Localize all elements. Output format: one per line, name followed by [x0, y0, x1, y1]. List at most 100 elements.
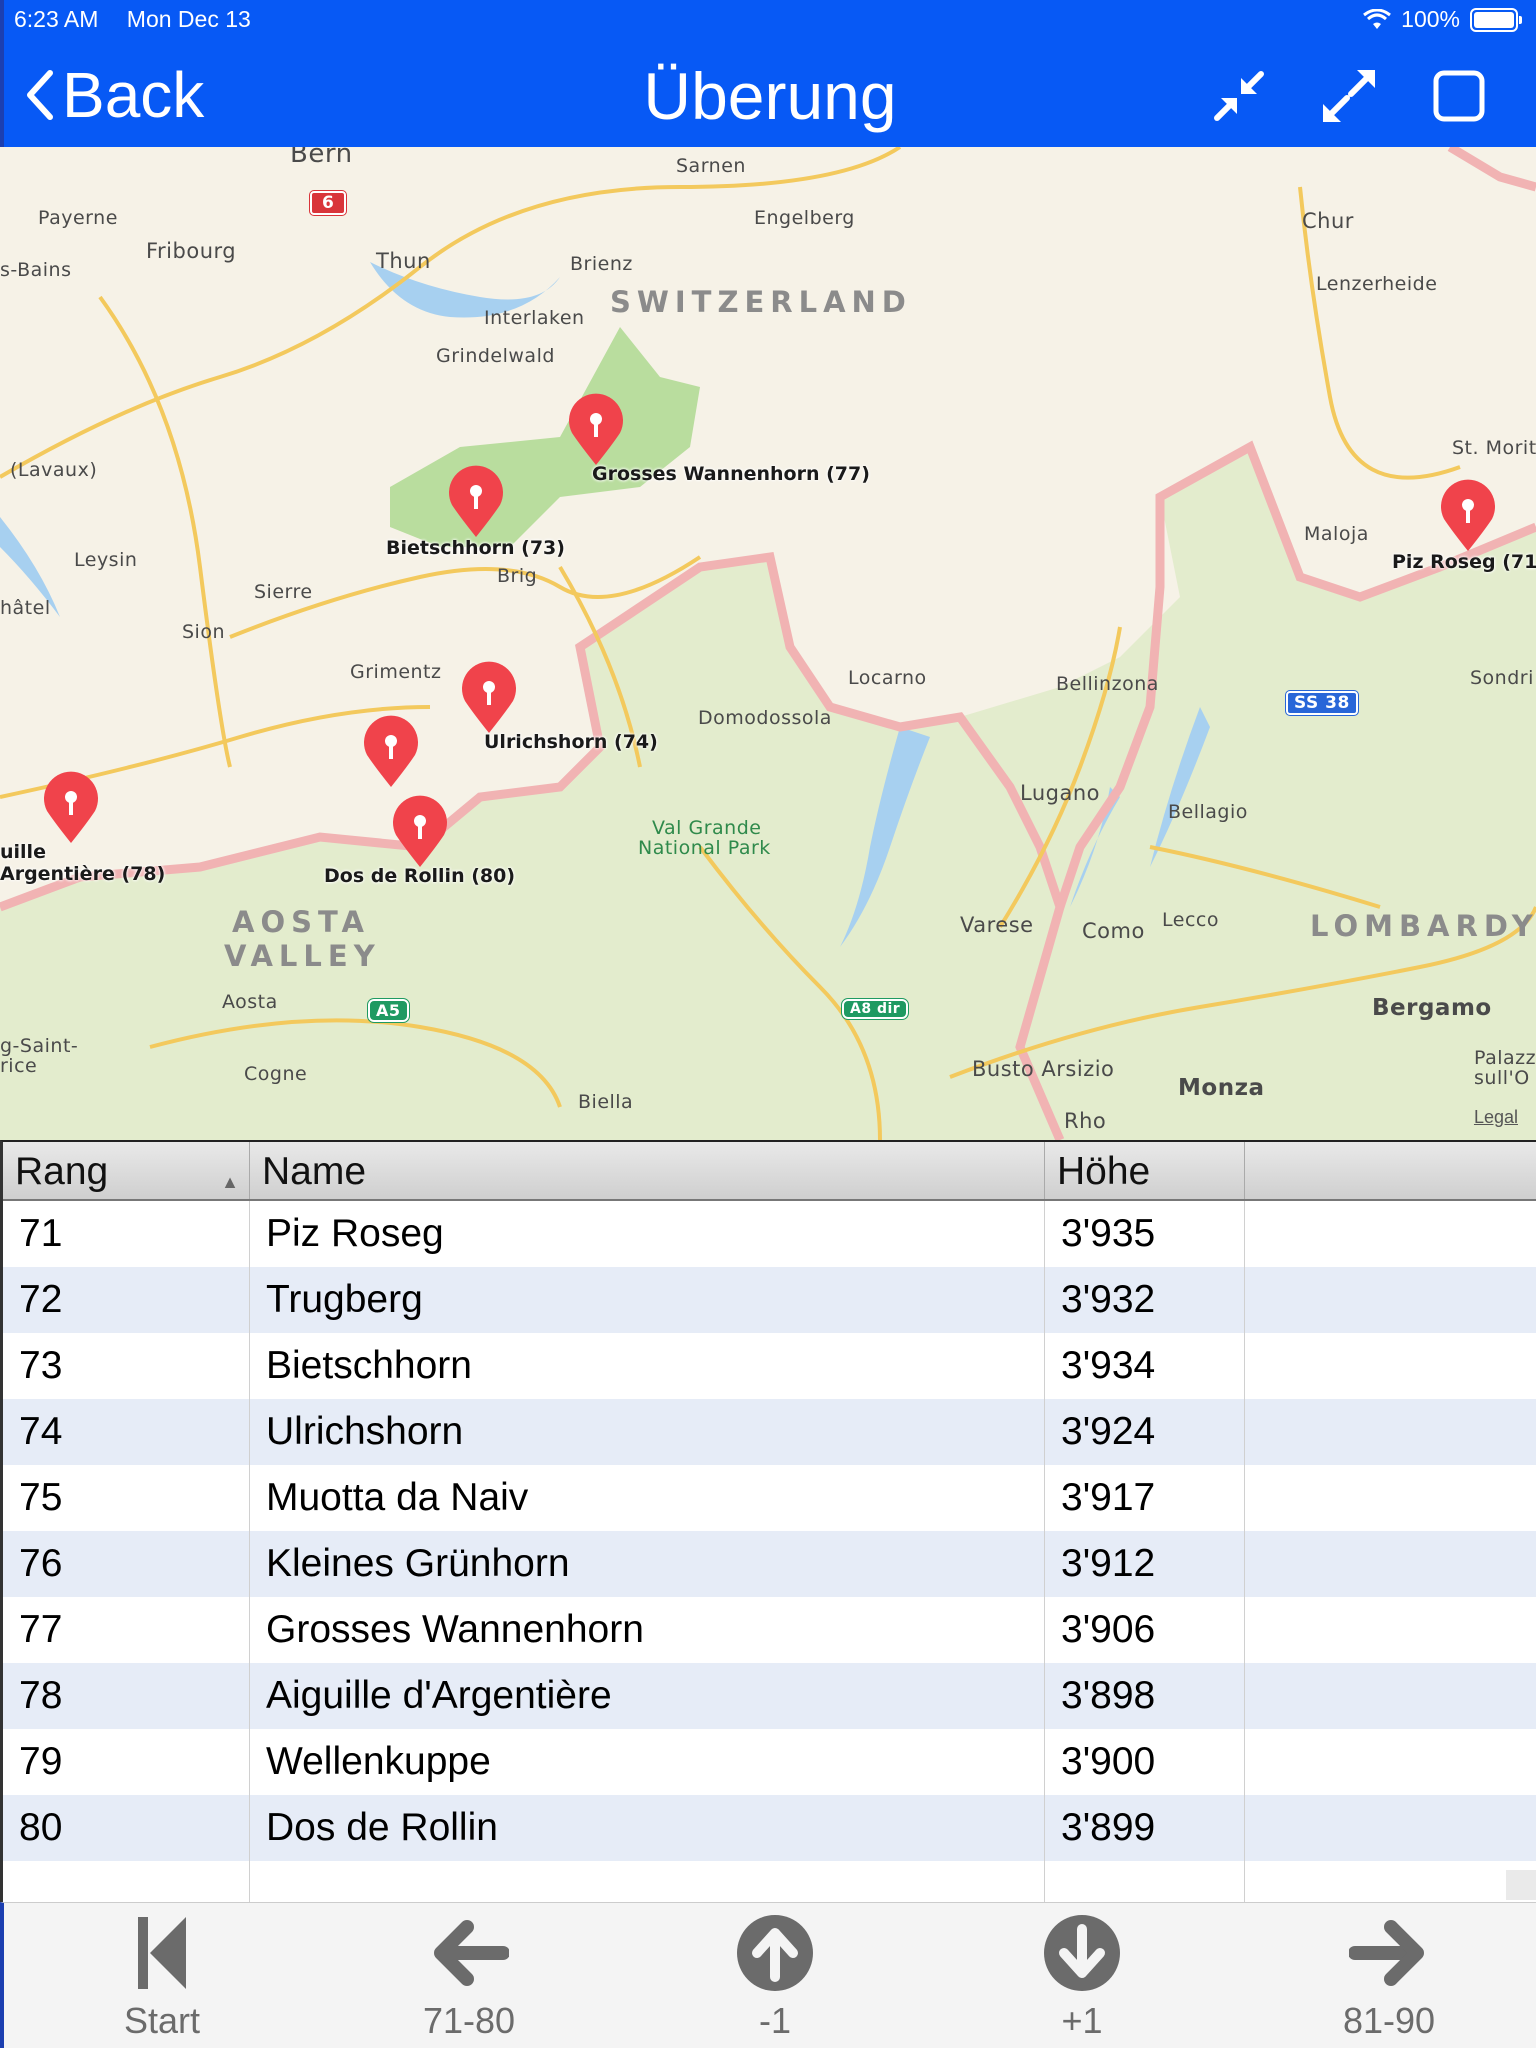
- place-label: Brig: [497, 565, 538, 587]
- map-view[interactable]: Bern Sarnen Engelberg Chur Payerne Fribo…: [0, 147, 1536, 1140]
- collapse-button[interactable]: [1209, 66, 1269, 126]
- road-shield: SS 38: [1285, 690, 1359, 716]
- place-label: Maloja: [1304, 523, 1369, 545]
- table-row[interactable]: 73 Bietschhorn 3'934: [3, 1333, 1536, 1399]
- next-one-button[interactable]: +1: [982, 1913, 1182, 2042]
- cell-name: Grosses Wannenhorn: [250, 1597, 1045, 1663]
- pin-label: Bietschhorn (73): [386, 537, 565, 559]
- next-one-label: +1: [1061, 2000, 1103, 2041]
- map-pin[interactable]: [1438, 479, 1498, 553]
- cell-rang: 74: [3, 1399, 250, 1465]
- arrow-down-circle-icon: [1044, 1915, 1120, 1991]
- battery-icon: [1470, 7, 1522, 32]
- next-page-label: 81-90: [1342, 2000, 1436, 2041]
- status-right: 100%: [1363, 6, 1522, 33]
- column-header-hoehe[interactable]: Höhe: [1045, 1142, 1245, 1199]
- map-pin[interactable]: [446, 465, 506, 539]
- table-row[interactable]: 74 Ulrichshorn 3'924: [3, 1399, 1536, 1465]
- region-label: VALLEY: [224, 939, 381, 973]
- cell-hoehe: 3'917: [1045, 1465, 1245, 1531]
- table-row[interactable]: 77 Grosses Wannenhorn 3'906: [3, 1597, 1536, 1663]
- table-row[interactable]: 75 Muotta da Naiv 3'917: [3, 1465, 1536, 1531]
- place-label: hâtel: [0, 597, 51, 619]
- cell-hoehe: 3'906: [1045, 1597, 1245, 1663]
- column-header-rang[interactable]: Rang ▲: [3, 1142, 250, 1199]
- cell-rang: 73: [3, 1333, 250, 1399]
- place-label: Chur: [1302, 209, 1354, 233]
- peaks-table: Rang ▲ Name Höhe 71 Piz Roseg 3'935 72 Trug…: [0, 1140, 1536, 1927]
- cell-hoehe: 3'898: [1045, 1663, 1245, 1729]
- cell-rang: 76: [3, 1531, 250, 1597]
- place-label: Cogne: [244, 1063, 308, 1085]
- column-header-name[interactable]: Name: [250, 1142, 1045, 1199]
- place-label: Bellinzona: [1056, 673, 1159, 695]
- place-label: Rho: [1064, 1109, 1107, 1133]
- place-label: Payerne: [38, 207, 118, 229]
- arrow-left-icon: [434, 1920, 510, 1986]
- cell-empty: [1245, 1531, 1536, 1597]
- place-label: Val Grande: [652, 817, 762, 839]
- cell-empty: [1245, 1201, 1536, 1267]
- cell-hoehe: 3'932: [1045, 1267, 1245, 1333]
- scrollbar[interactable]: [1506, 1870, 1536, 1900]
- page-title: Überung: [643, 59, 897, 133]
- place-label: Thun: [376, 249, 431, 273]
- cell-name: Trugberg: [250, 1267, 1045, 1333]
- region-label: LOMBARDY: [1310, 909, 1536, 943]
- table-body: 71 Piz Roseg 3'935 72 Trugberg 3'932 73 Biets…: [3, 1201, 1536, 1927]
- legal-link[interactable]: Legal: [1474, 1107, 1518, 1128]
- place-label: rice: [0, 1055, 38, 1077]
- start-button[interactable]: Start: [62, 1913, 262, 2042]
- cell-empty: [1245, 1465, 1536, 1531]
- next-page-button[interactable]: 81-90: [1289, 1913, 1489, 2042]
- map-pin[interactable]: [41, 771, 101, 845]
- place-label: National Park: [638, 837, 771, 859]
- arrow-up-circle-icon: [737, 1915, 813, 1991]
- expand-button[interactable]: [1319, 66, 1379, 126]
- place-label: Palazz: [1474, 1047, 1536, 1069]
- table-row[interactable]: 80 Dos de Rollin 3'899: [3, 1795, 1536, 1861]
- expand-arrows-icon: [1323, 70, 1375, 122]
- skip-to-start-icon: [138, 1917, 186, 1989]
- place-label: Sondri: [1470, 667, 1534, 689]
- sort-ascending-icon: ▲: [221, 1172, 239, 1192]
- previous-page-button[interactable]: 71-80: [369, 1913, 569, 2042]
- previous-one-button[interactable]: -1: [675, 1913, 875, 2042]
- place-label: Varese: [960, 913, 1034, 937]
- place-label: Sierre: [254, 581, 313, 603]
- cell-rang: 80: [3, 1795, 250, 1861]
- cell-empty: [1245, 1729, 1536, 1795]
- place-label: Brienz: [570, 253, 633, 275]
- place-label: Aosta: [222, 991, 278, 1013]
- cell-name: Aiguille d'Argentière: [250, 1663, 1045, 1729]
- place-label: Lugano: [1020, 781, 1100, 805]
- road-shield: 6: [308, 190, 348, 216]
- table-row[interactable]: 72 Trugberg 3'932: [3, 1267, 1536, 1333]
- place-label: Bergamo: [1372, 995, 1492, 1021]
- cell-name: Piz Roseg: [250, 1201, 1045, 1267]
- cell-empty: [1245, 1399, 1536, 1465]
- bottom-toolbar: Start 71-80 -1 +1 81-90: [0, 1902, 1536, 2048]
- place-label: Fribourg: [146, 239, 237, 263]
- road-shield: A5: [367, 998, 410, 1023]
- map-pin[interactable]: [361, 715, 421, 789]
- place-label: Domodossola: [698, 707, 832, 729]
- map-pin[interactable]: [390, 795, 450, 869]
- place-label: Engelberg: [754, 207, 855, 229]
- square-button[interactable]: [1429, 66, 1489, 126]
- map-pin[interactable]: [459, 661, 519, 735]
- table-header: Rang ▲ Name Höhe: [3, 1142, 1536, 1201]
- table-row[interactable]: 76 Kleines Grünhorn 3'912: [3, 1531, 1536, 1597]
- cell-empty: [1245, 1333, 1536, 1399]
- place-label: g-Saint-: [0, 1035, 79, 1057]
- table-row[interactable]: 79 Wellenkuppe 3'900: [3, 1729, 1536, 1795]
- wifi-icon: [1363, 8, 1392, 29]
- place-label: s-Bains: [0, 259, 72, 281]
- table-row[interactable]: 78 Aiguille d'Argentière 3'898: [3, 1663, 1536, 1729]
- cell-empty: [1245, 1795, 1536, 1861]
- pin-label: Piz Roseg (71: [1392, 551, 1536, 573]
- cell-empty: [1245, 1597, 1536, 1663]
- map-pin[interactable]: [566, 393, 626, 467]
- square-icon: [1433, 70, 1485, 122]
- place-label: Bellagio: [1168, 801, 1248, 823]
